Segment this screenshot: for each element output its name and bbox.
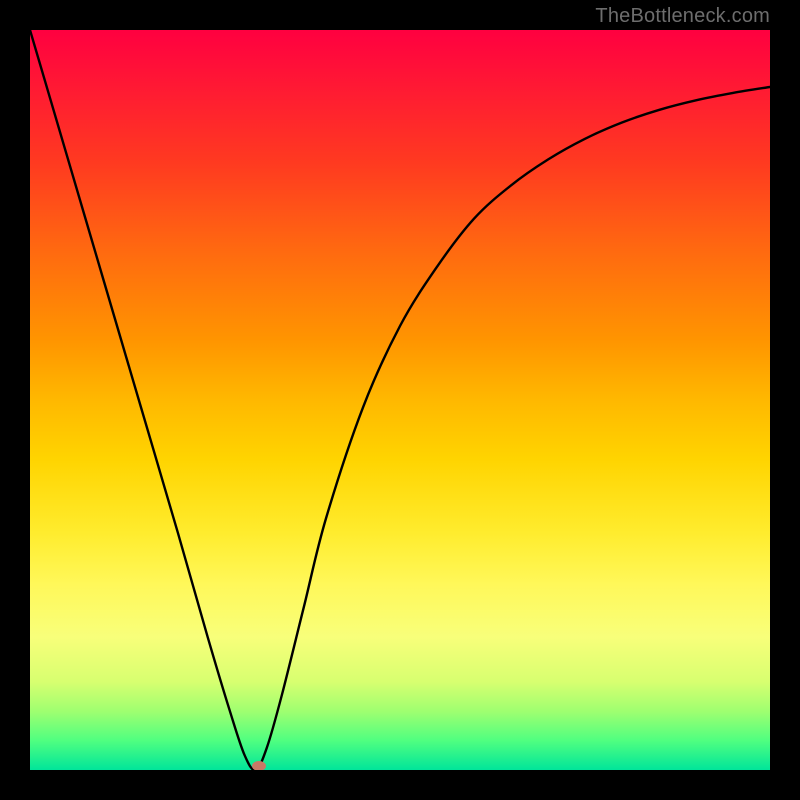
plot-area: [30, 30, 770, 770]
optimal-point-marker: [252, 761, 266, 770]
chart-frame: TheBottleneck.com: [0, 0, 800, 800]
watermark-text: TheBottleneck.com: [595, 5, 770, 28]
bottleneck-curve: [30, 30, 770, 770]
